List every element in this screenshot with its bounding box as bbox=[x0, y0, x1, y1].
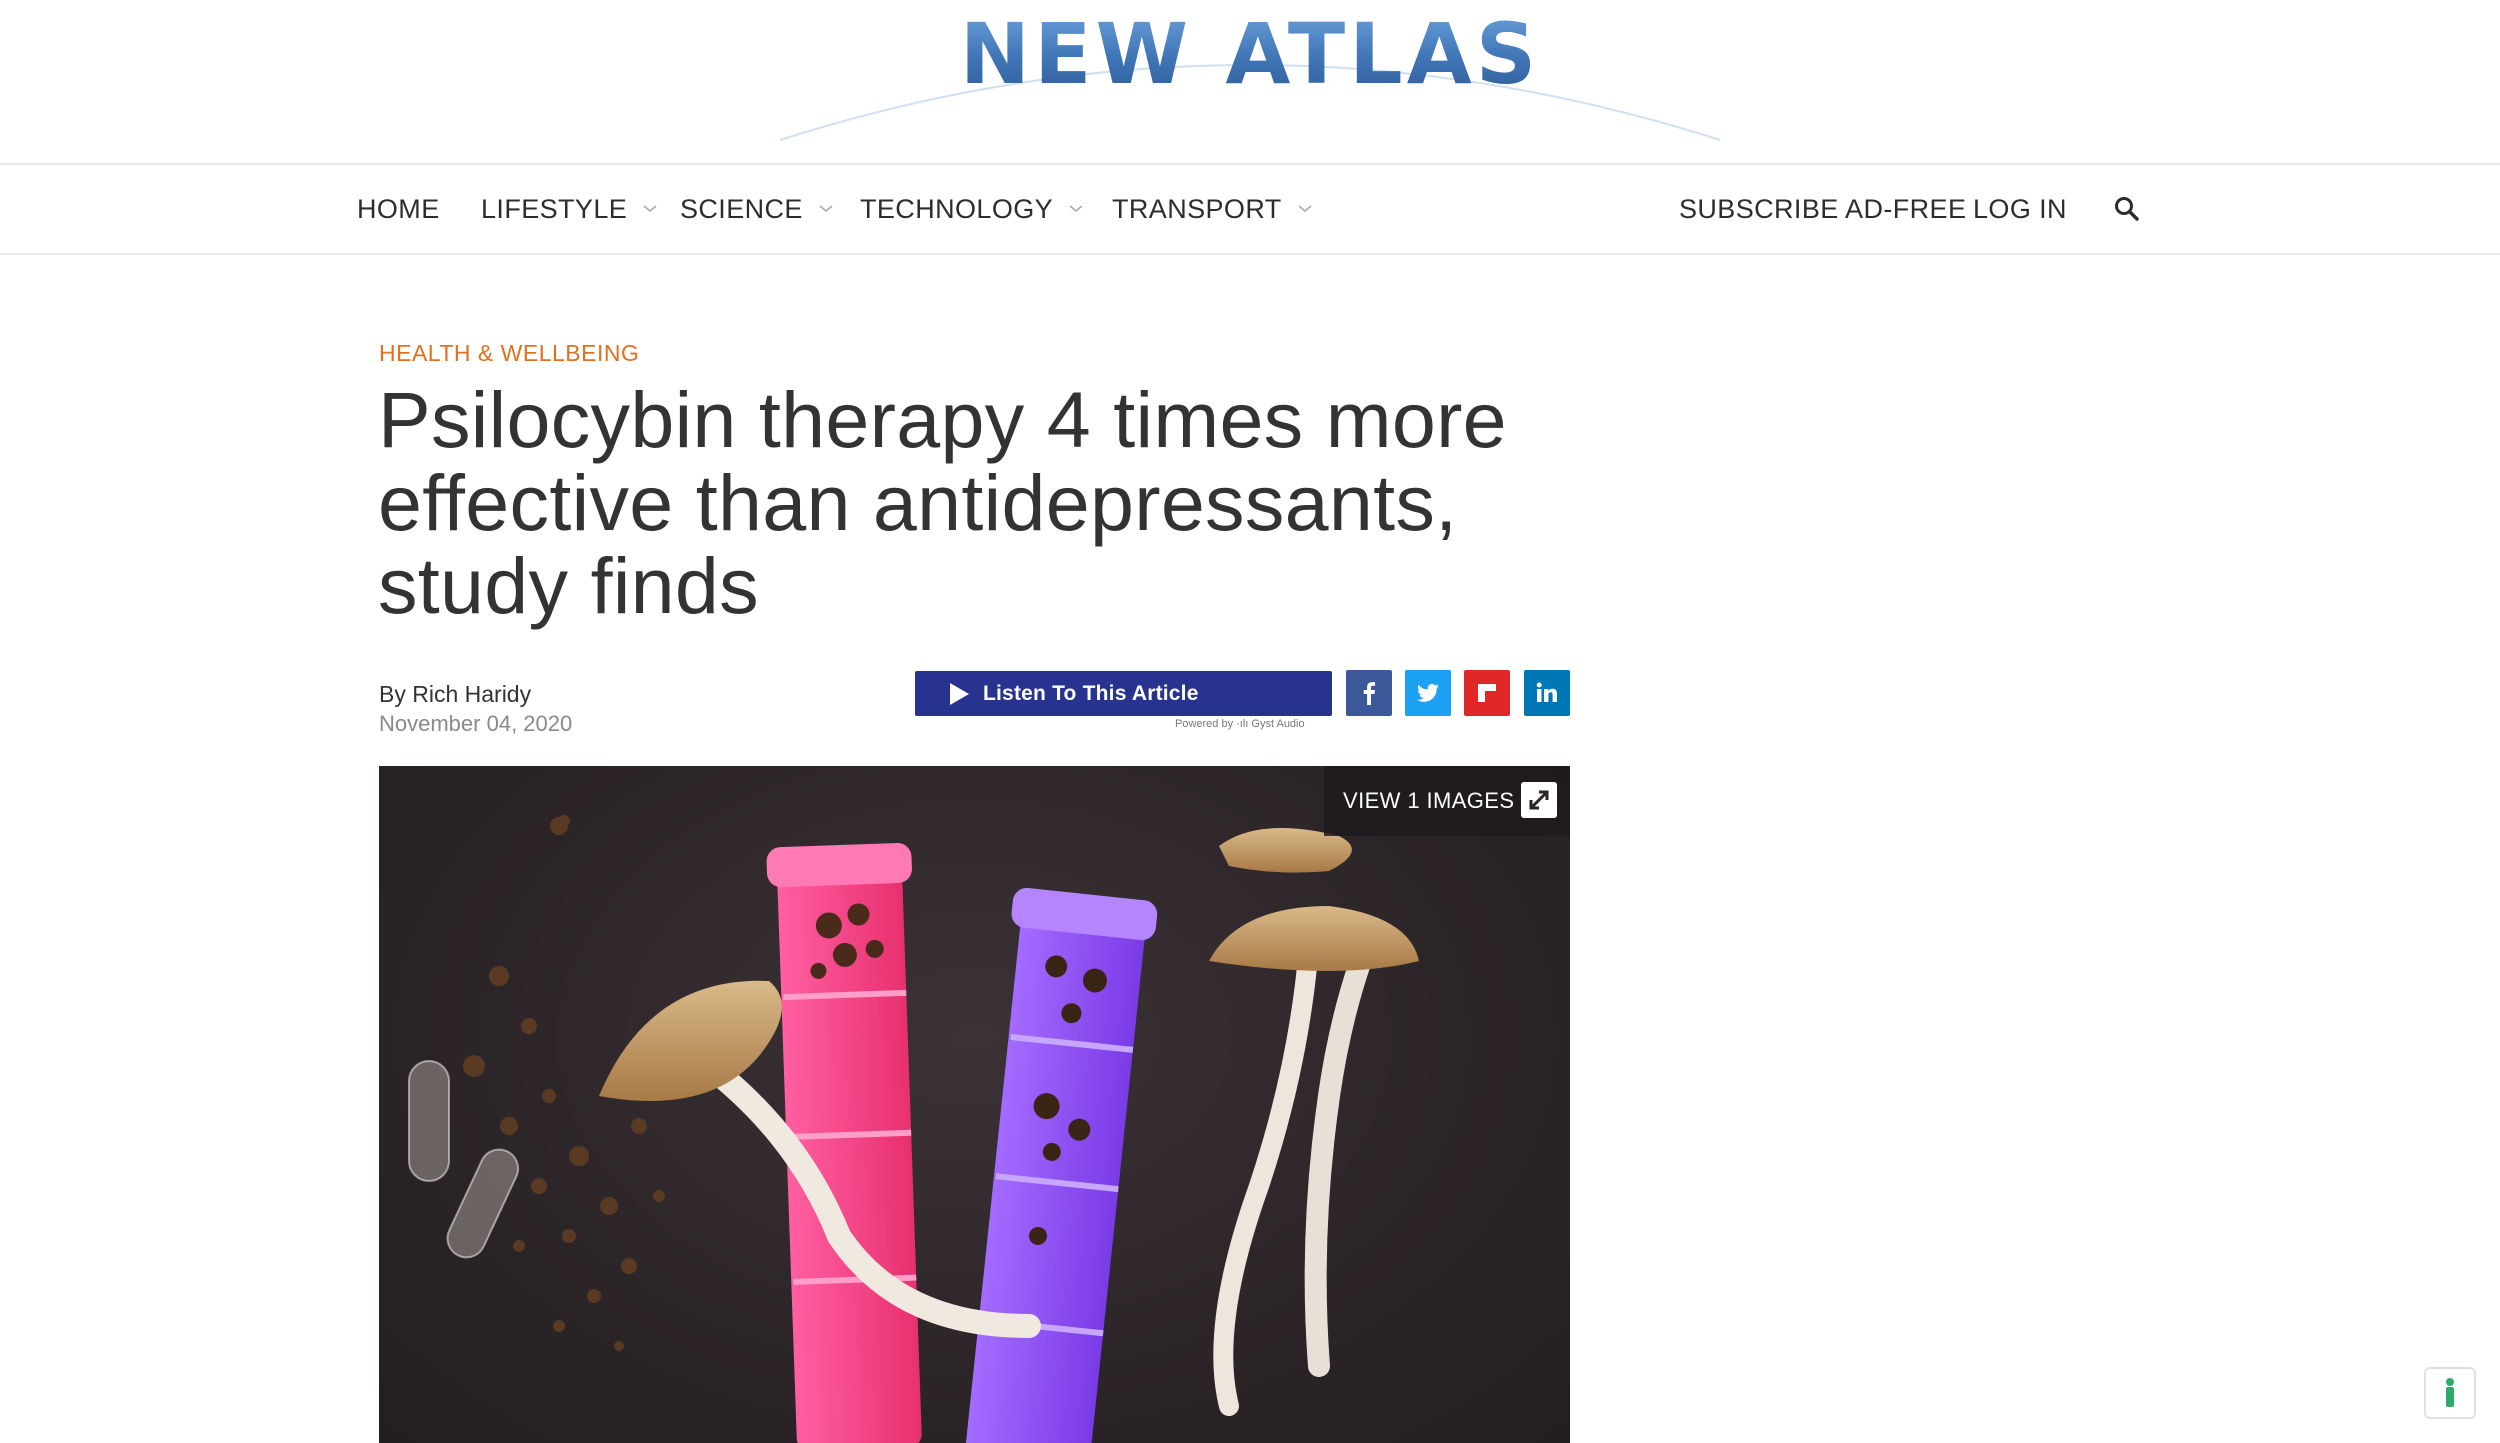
flipboard-icon bbox=[1478, 684, 1496, 702]
nav-item-label: TECHNOLOGY bbox=[860, 193, 1054, 224]
share-flipboard-button[interactable] bbox=[1464, 670, 1510, 716]
chevron-down-icon bbox=[1069, 205, 1083, 213]
linkedin-icon bbox=[1536, 682, 1557, 702]
nav-item-transport[interactable]: TRANSPORT bbox=[1112, 165, 1314, 253]
share-linkedin-button[interactable] bbox=[1524, 670, 1570, 716]
privacy-icon bbox=[2446, 1378, 2454, 1407]
byline-prefix: By bbox=[379, 681, 413, 707]
nav-item-label: SCIENCE bbox=[680, 193, 803, 224]
subscribe-label: SUBSCRIBE AD-FREE bbox=[1679, 193, 1967, 224]
share-facebook-button[interactable] bbox=[1346, 670, 1392, 716]
expand-icon bbox=[1521, 782, 1557, 818]
byline: By Rich Haridy bbox=[379, 681, 531, 708]
play-icon bbox=[950, 682, 969, 705]
nav-item-label: HOME bbox=[357, 193, 440, 224]
nav-item-home[interactable]: HOME bbox=[357, 165, 440, 253]
site-logo[interactable]: NEW ATLAS bbox=[0, 4, 2500, 104]
privacy-settings-button[interactable] bbox=[2424, 1367, 2476, 1419]
hero-image[interactable] bbox=[379, 766, 1570, 1443]
powered-by-gyst: Powered by ·ılı Gyst Audio bbox=[1175, 718, 1305, 730]
chevron-down-icon bbox=[819, 205, 833, 213]
login-link[interactable]: LOG IN bbox=[1973, 165, 2067, 253]
login-label: LOG IN bbox=[1973, 193, 2067, 224]
article-category[interactable]: HEALTH & WELLBEING bbox=[379, 340, 639, 367]
share-twitter-button[interactable] bbox=[1405, 670, 1451, 716]
nav-item-label: LIFESTYLE bbox=[481, 193, 628, 224]
nav-item-lifestyle[interactable]: LIFESTYLE bbox=[481, 165, 659, 253]
nav-item-technology[interactable]: TECHNOLOGY bbox=[860, 165, 1085, 253]
article-title: Psilocybin therapy 4 times more effectiv… bbox=[378, 375, 1507, 630]
chevron-down-icon bbox=[643, 205, 657, 213]
search-icon[interactable] bbox=[2112, 194, 2142, 224]
subscribe-ad-free-link[interactable]: SUBSCRIBE AD-FREE bbox=[1679, 165, 1966, 253]
nav-item-science[interactable]: SCIENCE bbox=[680, 165, 835, 253]
publish-date: November 04, 2020 bbox=[379, 711, 573, 736]
twitter-icon bbox=[1417, 684, 1439, 702]
facebook-icon bbox=[1363, 682, 1376, 705]
site-header: NEW ATLAS bbox=[0, 0, 2500, 163]
hero-illustration bbox=[408, 815, 1419, 1443]
listen-to-article-button[interactable]: Listen To This Article bbox=[915, 671, 1332, 716]
listen-label: Listen To This Article bbox=[983, 681, 1199, 705]
view-images-button[interactable]: VIEW 1 IMAGES bbox=[1324, 766, 1570, 836]
chevron-down-icon bbox=[1298, 205, 1312, 213]
view-images-label: VIEW 1 IMAGES bbox=[1343, 788, 1515, 813]
author-link[interactable]: Rich Haridy bbox=[412, 681, 531, 707]
nav-item-label: TRANSPORT bbox=[1112, 193, 1282, 224]
